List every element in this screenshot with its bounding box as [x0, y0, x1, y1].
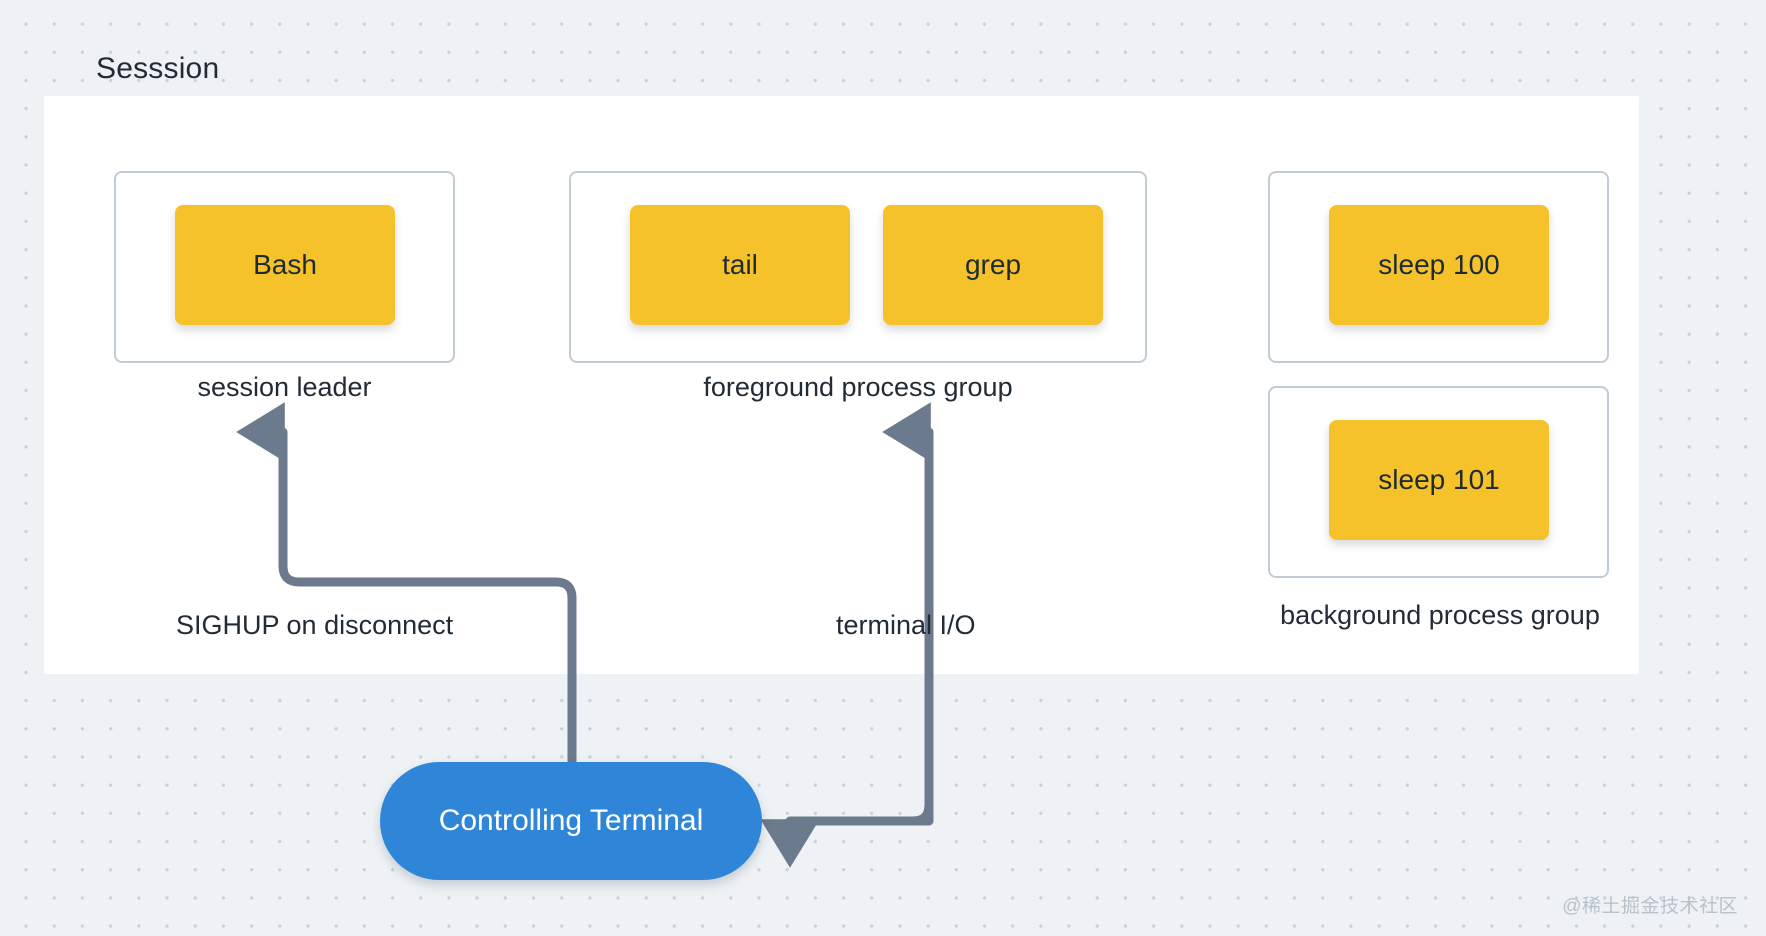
arrow-terminal-io-horizontal — [760, 800, 934, 868]
process-box-sleep-100[interactable]: sleep 100 — [1329, 205, 1549, 325]
caption-session-leader: session leader — [197, 372, 372, 402]
diagram-canvas: Sesssion Bash tail grep sleep 100 sleep … — [0, 0, 1766, 936]
process-box-tail[interactable]: tail — [630, 205, 850, 325]
watermark: @稀土掘金技术社区 — [1562, 896, 1738, 917]
controlling-terminal-node[interactable]: Controlling Terminal — [380, 762, 762, 880]
session-title: Sesssion — [96, 52, 220, 85]
process-box-grep[interactable]: grep — [883, 205, 1103, 325]
process-box-sleep-101[interactable]: sleep 101 — [1329, 420, 1549, 540]
process-box-bash[interactable]: Bash — [175, 205, 395, 325]
caption-foreground-process-group: foreground process group — [703, 372, 1013, 402]
caption-background-process-group: background process group — [1280, 600, 1600, 630]
edge-label-sighup: SIGHUP on disconnect — [176, 610, 454, 640]
edge-label-terminal-io: terminal I/O — [836, 610, 976, 640]
